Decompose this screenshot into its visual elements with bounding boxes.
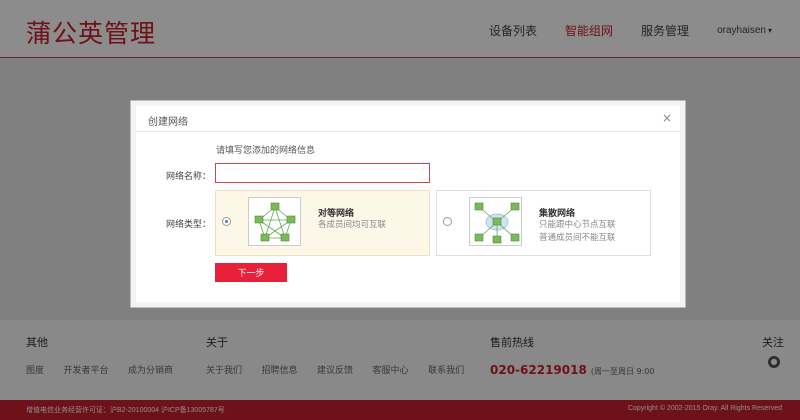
option-hub-title: 集散网络	[539, 209, 576, 219]
close-icon[interactable]: ×	[662, 111, 672, 125]
dialog-header: 创建网络 ×	[136, 106, 680, 132]
option-peer-desc: 各成员间均可互联	[318, 219, 386, 232]
network-type-option-peer[interactable]: 对等网络 各成员间均可互联	[215, 190, 430, 256]
network-type-label: 网络类型：	[166, 220, 212, 230]
form-hint: 请填写您添加的网络信息	[216, 146, 316, 156]
option-hub-desc-line-2: 普通成员间不能互联	[539, 233, 616, 243]
next-step-button[interactable]: 下一步	[215, 263, 287, 282]
network-type-option-hub[interactable]: 集散网络 只能跟中心节点互联 普通成员间不能互联	[436, 190, 651, 256]
hub-network-diagram-icon	[469, 197, 522, 246]
option-peer-title: 对等网络	[318, 209, 355, 219]
option-peer-desc-line: 各成员间均可互联	[318, 220, 387, 230]
radio-peer[interactable]	[222, 217, 231, 226]
network-name-input[interactable]	[215, 163, 430, 183]
option-hub-desc-line-1: 只能跟中心节点互联	[539, 220, 616, 230]
peer-network-diagram-icon	[248, 197, 301, 246]
dialog-title: 创建网络	[148, 117, 188, 128]
option-hub-desc: 只能跟中心节点互联 普通成员间不能互联	[539, 219, 616, 245]
create-network-dialog: 创建网络 × 请填写您添加的网络信息 网络名称： 网络类型： 对等网络 各成员间…	[131, 101, 685, 307]
network-name-label: 网络名称：	[166, 172, 212, 182]
radio-hub[interactable]	[443, 217, 452, 226]
